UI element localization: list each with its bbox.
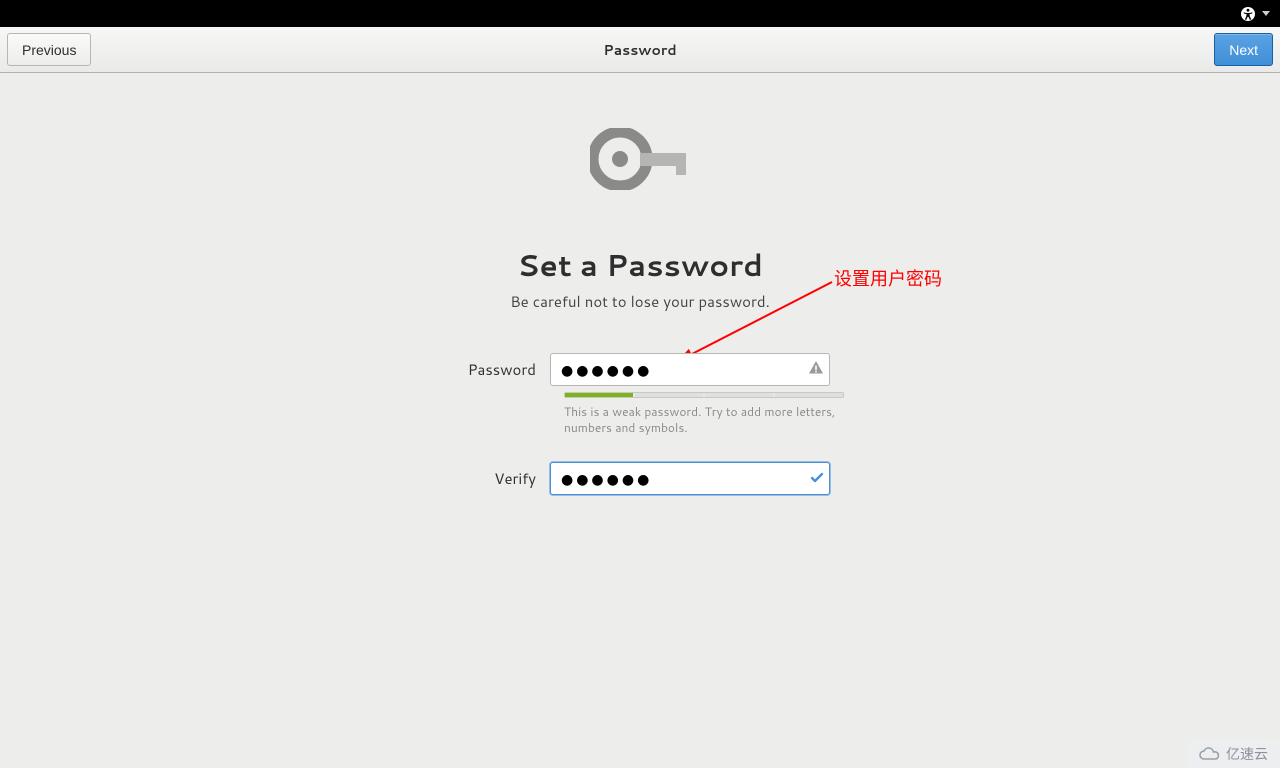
page-heading: Set a Password	[0, 243, 1280, 286]
gnome-top-bar	[0, 0, 1280, 27]
password-strength-meter	[564, 392, 844, 398]
accessibility-icon[interactable]	[1240, 6, 1256, 22]
verify-label: Verify	[380, 468, 550, 489]
header-bar: Previous Password Next	[0, 27, 1280, 73]
page-subheading: Be careful not to lose your password.	[0, 291, 1280, 312]
content-area: Set a Password Be careful not to lose yo…	[0, 73, 1280, 768]
chevron-down-icon[interactable]	[1262, 11, 1270, 16]
previous-button[interactable]: Previous	[7, 33, 91, 66]
check-icon	[810, 467, 824, 490]
warning-icon	[808, 358, 824, 381]
verify-input[interactable]	[550, 462, 830, 495]
password-hint: This is a weak password. Try to add more…	[564, 404, 844, 436]
password-input[interactable]	[550, 353, 830, 386]
watermark-text: 亿速云	[1226, 744, 1268, 764]
password-label: Password	[380, 359, 550, 380]
next-button[interactable]: Next	[1214, 33, 1273, 66]
password-form: Password This is a weak password. Try to…	[380, 353, 900, 501]
cloud-icon	[1198, 746, 1220, 762]
annotation-text: 设置用户密码	[834, 265, 942, 291]
page-title: Password	[0, 40, 1280, 60]
key-icon	[590, 128, 690, 190]
watermark: 亿速云	[1188, 740, 1280, 768]
